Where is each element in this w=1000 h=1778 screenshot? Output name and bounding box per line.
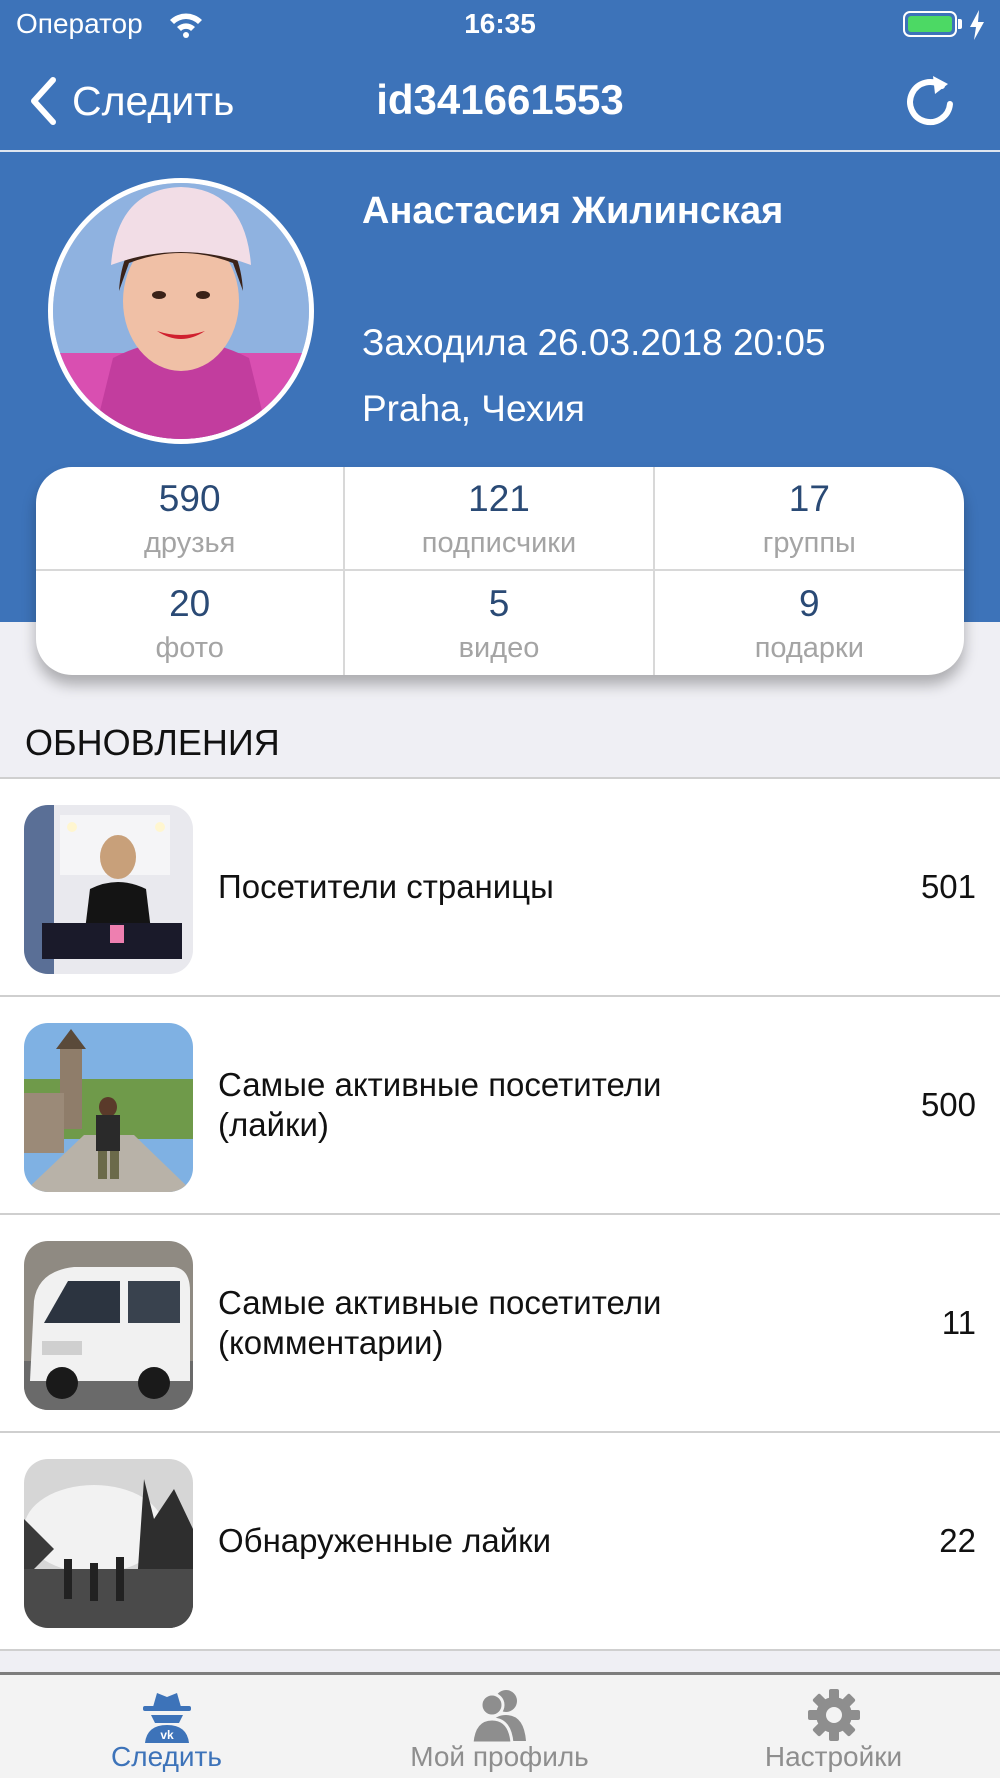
- stats-card: 590 друзья 121 подписчики 17 группы 20 ф…: [36, 467, 964, 675]
- thumbnail-image: [24, 1241, 193, 1410]
- stat-followers[interactable]: 121 подписчики: [345, 467, 655, 571]
- updates-list: Посетители страницы 501 Самые активные п…: [0, 777, 1000, 1651]
- list-item-label: Обнаруженные лайки: [218, 1522, 552, 1559]
- stat-value: 20: [169, 582, 211, 624]
- list-item-label: Самые активные посетители (лайки): [218, 1066, 662, 1143]
- list-item-label: Самые активные посетители (комментарии): [218, 1284, 662, 1361]
- thumbnail-image: [24, 1023, 193, 1192]
- status-time: 16:35: [464, 8, 536, 39]
- thumbnail-image: [24, 805, 193, 974]
- users-icon: [471, 1690, 526, 1743]
- battery-icon: [903, 11, 957, 37]
- stat-groups[interactable]: 17 группы: [654, 467, 964, 571]
- thumbnail-image: [24, 1459, 193, 1628]
- list-item-found-likes[interactable]: Обнаруженные лайки 22: [0, 1433, 1000, 1651]
- stat-value: 17: [788, 477, 830, 519]
- tab-settings[interactable]: Настройки: [667, 1675, 1000, 1778]
- avatar[interactable]: [48, 178, 314, 444]
- nav-bar: Следить id341661553: [0, 50, 1000, 152]
- stat-photos[interactable]: 20 фото: [36, 571, 346, 675]
- svg-text:vk: vk: [160, 1728, 174, 1742]
- stat-value: 121: [468, 477, 530, 519]
- tab-label: Настройки: [764, 1741, 903, 1772]
- stat-value: 590: [158, 477, 221, 519]
- stat-friends[interactable]: 590 друзья: [36, 467, 346, 571]
- list-item-count: 500: [920, 1086, 976, 1123]
- stat-value: 5: [488, 582, 510, 624]
- refresh-icon[interactable]: [903, 72, 957, 130]
- status-bar: Оператор 16:35: [0, 0, 1000, 50]
- list-item-active-likes[interactable]: Самые активные посетители (лайки) 500: [0, 997, 1000, 1215]
- tab-follow[interactable]: vk Следить: [0, 1675, 333, 1778]
- stat-gifts[interactable]: 9 подарки: [655, 571, 964, 675]
- list-item-label: Посетители страницы: [218, 868, 554, 905]
- list-item-page-visitors[interactable]: Посетители страницы 501: [0, 779, 1000, 997]
- page-title: id341661553: [376, 76, 624, 123]
- stat-label: группы: [762, 526, 856, 559]
- profile-name: Анастасия Жилинская: [362, 190, 784, 232]
- tab-label: Следить: [111, 1741, 222, 1772]
- stat-label: подарки: [754, 631, 864, 664]
- stat-label: видео: [458, 631, 540, 664]
- stat-videos[interactable]: 5 видео: [345, 571, 655, 675]
- tab-bar: vk Следить Мой профиль Настройки: [0, 1672, 1000, 1778]
- gear-icon: [807, 1689, 860, 1741]
- tab-my-profile[interactable]: Мой профиль: [333, 1675, 666, 1778]
- list-item-count: 11: [941, 1304, 976, 1341]
- battery-tip: [958, 19, 962, 29]
- stat-label: подписчики: [421, 526, 577, 559]
- tab-label: Мой профиль: [410, 1741, 589, 1772]
- stat-value: 9: [799, 582, 820, 624]
- spy-icon: vk: [142, 1693, 191, 1743]
- list-item-active-comments[interactable]: Самые активные посетители (комментарии) …: [0, 1215, 1000, 1433]
- charging-bolt-icon: [970, 10, 984, 40]
- stat-label: друзья: [143, 526, 236, 559]
- location-text: Praha, Чехия: [362, 388, 585, 429]
- updates-section-title: ОБНОВЛЕНИЯ: [25, 722, 280, 763]
- last-seen-text: Заходила 26.03.2018 20:05: [362, 322, 826, 363]
- list-item-count: 501: [920, 868, 976, 905]
- stat-label: фото: [155, 631, 224, 664]
- list-item-count: 22: [939, 1522, 976, 1559]
